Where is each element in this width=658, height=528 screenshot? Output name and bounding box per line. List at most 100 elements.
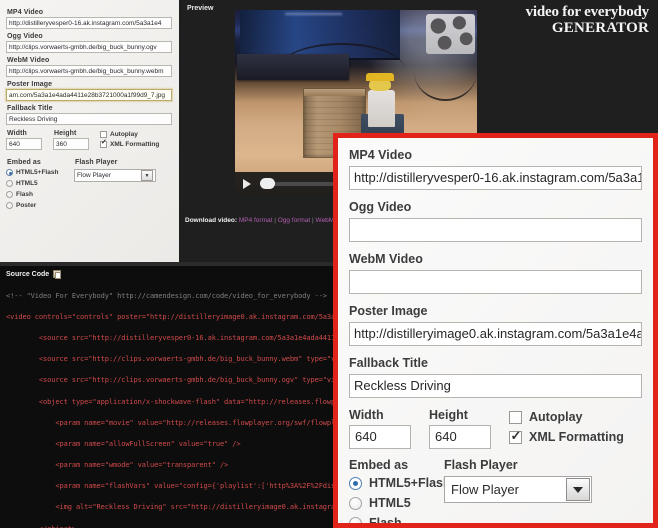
radio-flash[interactable]: Flash bbox=[6, 191, 74, 198]
height-group-zoom: Height 640 bbox=[429, 408, 491, 449]
xml-formatting-checkbox-zoom[interactable]: XML Formatting bbox=[509, 428, 624, 444]
height-input-zoom[interactable]: 640 bbox=[429, 425, 491, 449]
ogg-video-input[interactable]: http://clips.vorwaerts-gmbh.de/big_buck_… bbox=[6, 41, 172, 53]
checkbox-icon bbox=[100, 131, 107, 138]
embed-as-group-zoom: Embed as HTML5+Flash HTML5 Flash bbox=[349, 458, 451, 528]
height-label: Height bbox=[54, 130, 77, 137]
poster-image-input-zoom[interactable]: http://distilleryimage0.ak.instagram.com… bbox=[349, 322, 642, 346]
xml-formatting-checkbox[interactable]: XML Formatting bbox=[100, 139, 160, 148]
chevron-down-icon[interactable] bbox=[566, 478, 590, 501]
radio-label: HTML5+Flash bbox=[16, 169, 59, 176]
radio-label: HTML5+Flash bbox=[369, 476, 451, 490]
radio-label: HTML5 bbox=[16, 180, 38, 187]
radio-selected-icon bbox=[349, 476, 362, 490]
video-settings-form: MP4 Video http://distilleryvesper0-16.ak… bbox=[0, 0, 179, 262]
flash-player-value-zoom: Flow Player bbox=[451, 482, 519, 497]
width-group: Width 640 bbox=[6, 130, 42, 150]
page-title-line1: video for everybody bbox=[525, 4, 650, 20]
flash-player-group-zoom: Flash Player Flow Player bbox=[444, 458, 592, 523]
embed-section: Embed as HTML5+Flash HTML5 Flash Poster … bbox=[6, 159, 173, 213]
radio-icon bbox=[6, 202, 13, 209]
checkbox-icon bbox=[509, 410, 522, 424]
preview-label: Preview bbox=[187, 5, 214, 12]
mp4-video-input[interactable]: http://distilleryvesper0-16.ak.instagram… bbox=[6, 17, 172, 29]
source-code-label: Source Code bbox=[6, 270, 50, 278]
radio-label: HTML5 bbox=[369, 496, 411, 510]
height-input[interactable]: 360 bbox=[53, 138, 89, 150]
seek-handle[interactable] bbox=[260, 177, 275, 189]
width-input-zoom[interactable]: 640 bbox=[349, 425, 411, 449]
flash-player-label: Flash Player bbox=[75, 159, 118, 166]
radio-html5-flash[interactable]: HTML5+Flash bbox=[6, 169, 74, 176]
dimensions-row: Width 640 Height 360 Autoplay XML Format… bbox=[6, 130, 173, 151]
webm-video-input[interactable]: http://clips.vorwaerts-gmbh.de/big_buck_… bbox=[6, 65, 172, 77]
flash-player-select-zoom[interactable]: Flow Player bbox=[444, 476, 592, 503]
page-title: video for everybody GENERATOR bbox=[525, 4, 650, 36]
radio-icon bbox=[6, 191, 13, 198]
webm-video-label-zoom: WebM Video bbox=[349, 252, 423, 266]
flash-player-label-zoom: Flash Player bbox=[444, 458, 518, 472]
download-links: Download video: MP4 format | Ogg format … bbox=[185, 217, 334, 224]
download-prefix: Download video: bbox=[185, 217, 237, 224]
fallback-title-label: Fallback Title bbox=[7, 105, 53, 112]
autoplay-checkbox-zoom[interactable]: Autoplay bbox=[509, 410, 624, 424]
triangle-glyph bbox=[573, 486, 583, 493]
ogg-video-input-zoom[interactable] bbox=[349, 218, 642, 242]
fallback-title-label-zoom: Fallback Title bbox=[349, 356, 428, 370]
magnified-form: MP4 Video http://distilleryvesper0-16.ak… bbox=[338, 138, 653, 523]
width-label: Width bbox=[7, 130, 27, 137]
radio-label: Flash bbox=[16, 191, 33, 198]
webm-video-label: WebM Video bbox=[7, 57, 50, 64]
radio-poster[interactable]: Poster bbox=[6, 202, 74, 209]
dimensions-row-zoom: Width 640 Height 640 Autoplay XML Format… bbox=[349, 408, 642, 450]
chevron-down-icon: ▼ bbox=[141, 170, 153, 181]
radio-html5[interactable]: HTML5 bbox=[6, 180, 74, 187]
embed-as-group: Embed as HTML5+Flash HTML5 Flash Poster bbox=[6, 159, 74, 213]
page-title-line2: GENERATOR bbox=[551, 19, 649, 36]
autoplay-label-zoom: Autoplay bbox=[529, 410, 583, 424]
mp4-video-label: MP4 Video bbox=[7, 9, 44, 16]
width-label-zoom: Width bbox=[349, 408, 384, 422]
play-icon[interactable] bbox=[243, 178, 251, 189]
embed-as-label: Embed as bbox=[7, 159, 41, 166]
flash-player-select[interactable]: Flow Player ▼ bbox=[74, 169, 156, 182]
app-root: MP4 Video http://distilleryvesper0-16.ak… bbox=[0, 0, 658, 528]
radio-flash-zoom[interactable]: Flash bbox=[349, 516, 444, 528]
radio-label: Flash bbox=[369, 516, 402, 528]
fallback-title-input-zoom[interactable]: Reckless Driving bbox=[349, 374, 642, 398]
checkbox-checked-icon bbox=[100, 139, 107, 148]
width-input[interactable]: 640 bbox=[6, 138, 42, 150]
checkbox-checked-icon bbox=[509, 428, 522, 444]
xml-formatting-label-zoom: XML Formatting bbox=[529, 430, 624, 444]
flash-player-group: Flash Player Flow Player ▼ bbox=[74, 159, 156, 213]
copy-icon[interactable] bbox=[53, 270, 62, 279]
embed-as-label-zoom: Embed as bbox=[349, 458, 409, 472]
ogg-video-label: Ogg Video bbox=[7, 33, 43, 40]
radio-label: Poster bbox=[16, 202, 37, 209]
mp4-video-input-zoom[interactable]: http://distilleryvesper0-16.ak.instagram… bbox=[349, 166, 642, 190]
poster-image-label-zoom: Poster Image bbox=[349, 304, 428, 318]
radio-selected-icon bbox=[6, 169, 13, 176]
width-group-zoom: Width 640 bbox=[349, 408, 411, 449]
height-group: Height 360 bbox=[53, 130, 89, 150]
radio-icon bbox=[349, 496, 362, 510]
autoplay-checkbox[interactable]: Autoplay bbox=[100, 131, 159, 138]
poster-image-input[interactable]: am.com/5a3a1e4ada4411e28b3721000a1f99d9_… bbox=[6, 89, 172, 101]
flash-player-value: Flow Player bbox=[77, 171, 111, 179]
embed-section-zoom: Embed as HTML5+Flash HTML5 Flash Flash P… bbox=[349, 458, 642, 528]
height-label-zoom: Height bbox=[429, 408, 468, 422]
fallback-title-input[interactable]: Reckless Driving bbox=[6, 113, 172, 125]
mp4-video-label-zoom: MP4 Video bbox=[349, 148, 412, 162]
webm-video-input-zoom[interactable] bbox=[349, 270, 642, 294]
download-mp4-link[interactable]: MP4 format bbox=[239, 217, 273, 224]
radio-html5-flash-zoom[interactable]: HTML5+Flash bbox=[349, 476, 451, 490]
radio-icon bbox=[6, 180, 13, 187]
radio-icon bbox=[349, 516, 362, 523]
poster-image-label: Poster Image bbox=[7, 81, 53, 88]
download-webm-link[interactable]: WebM bbox=[316, 217, 335, 224]
xml-formatting-label: XML Formatting bbox=[110, 141, 160, 148]
download-ogg-link[interactable]: Ogg format bbox=[278, 217, 311, 224]
options-group-zoom: Autoplay XML Formatting bbox=[509, 408, 624, 450]
magnified-form-overlay: MP4 Video http://distilleryvesper0-16.ak… bbox=[333, 133, 658, 528]
radio-html5-zoom[interactable]: HTML5 bbox=[349, 496, 444, 510]
